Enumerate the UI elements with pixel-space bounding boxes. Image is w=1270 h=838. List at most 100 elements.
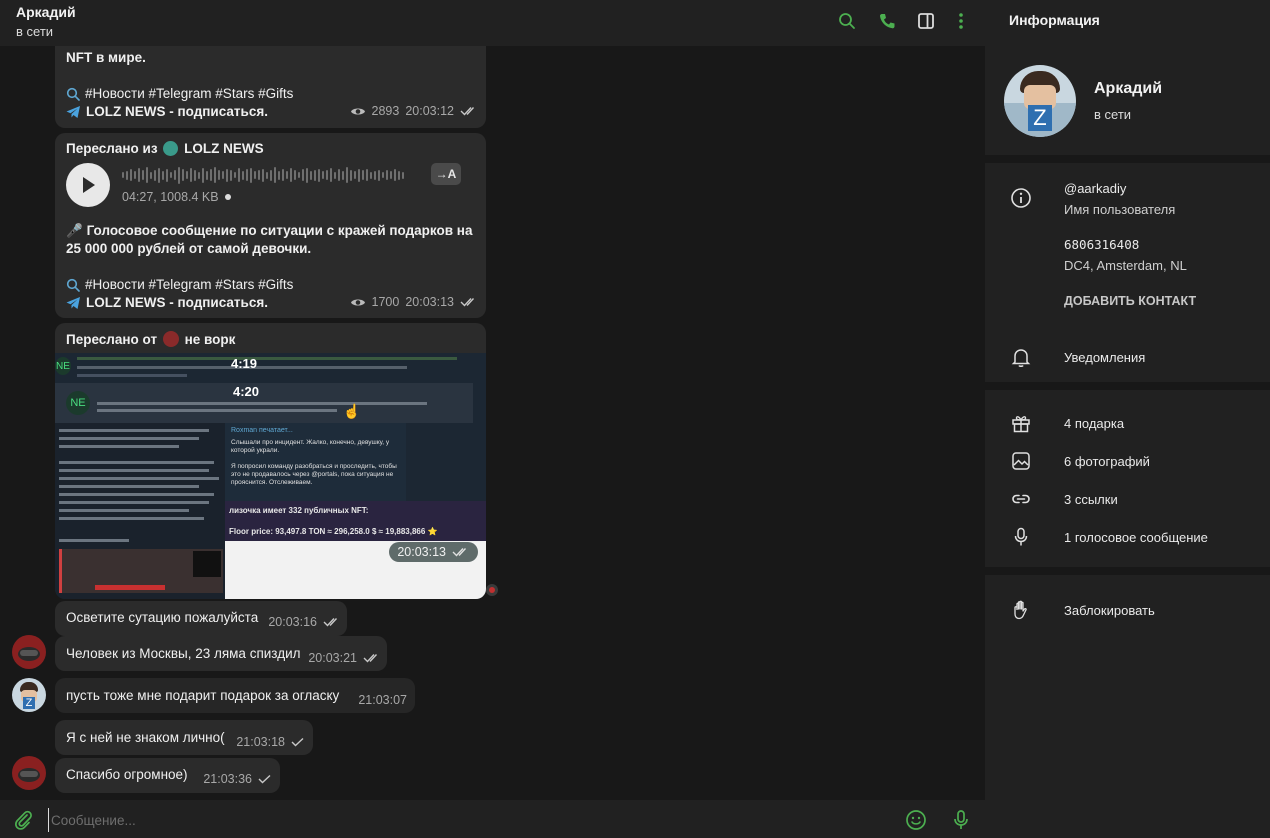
forward-prefix: Переслано из [66,141,158,156]
photo-icon [1009,449,1033,473]
voice-waveform[interactable] [122,166,418,184]
waveform-bar [334,171,336,179]
search-icon[interactable] [836,10,858,32]
double-check-icon [460,107,475,116]
message-1-link[interactable]: LOLZ NEWS - подписаться. [66,104,268,122]
message-text: Человек из Москвы, 23 ляма спиздил [66,646,301,661]
message-text: Спасибо огромное) [66,767,188,782]
user-avatar-icon [162,331,179,347]
message-4[interactable]: Осветите сутацию пожалуйста 20:03:16 [55,601,347,636]
waveform-bar [122,172,124,178]
block-user-button[interactable]: Заблокировать [1064,603,1155,618]
paperclip-icon[interactable] [12,809,34,831]
waveform-bar [370,171,372,179]
forward-source[interactable]: LOLZ NEWS [184,141,264,156]
microphone-icon [1009,525,1033,549]
message-7[interactable]: Я с ней не знаком лично( 21:03:18 [55,720,313,755]
double-check-icon [460,298,475,307]
waveform-bar [234,172,236,178]
message-2-meta: 1700 20:03:13 [350,295,478,309]
eye-icon [350,108,365,114]
divider [985,155,1270,163]
link-text[interactable]: LOLZ NEWS - подписаться. [86,295,268,310]
message-list[interactable]: NFT в мире. #Новости #Telegram #Stars #G… [0,46,985,800]
waveform-bar [174,170,176,180]
sender-avatar[interactable] [12,635,46,669]
forward-source[interactable]: не ворк [185,332,236,347]
transcribe-button[interactable]: →A [431,163,461,185]
sender-avatar[interactable] [12,756,46,790]
message-5-meta: 20:03:21 [308,651,381,665]
hashtags-text[interactable]: #Новости #Telegram #Stars #Gifts [85,277,293,292]
gifts-link[interactable]: 4 подарка [1064,416,1124,431]
message-1-meta: 2893 20:03:12 [350,104,478,118]
message-1-text: NFT в мире. [66,50,146,65]
notifications-toggle[interactable]: Уведомления [1064,350,1145,365]
link-icon [1009,487,1033,511]
message-2-voice[interactable]: Переслано из LOLZ NEWS →A 04:27, 1008.4 … [55,133,486,318]
waveform-bar [210,169,212,181]
forwarded-screenshot-image[interactable]: NE 4:19 NE 4:20 ☝ Roxman печатает... Слы… [55,353,486,599]
waveform-bar [238,168,240,182]
play-icon [83,177,95,193]
waveform-bar [322,171,324,179]
waveform-bar [310,170,312,180]
user-id-value[interactable]: 6806316408 [1064,237,1139,252]
forward-header[interactable]: Переслано от не ворк [66,331,235,347]
waveform-bar [294,170,296,180]
profile-status: в сети [1094,107,1132,122]
more-vertical-icon[interactable] [950,10,972,32]
profile-name: Аркадий [1094,80,1163,97]
chat-header[interactable]: Аркадий в сети [0,0,985,46]
double-check-icon [323,618,338,627]
message-2-link[interactable]: LOLZ NEWS - подписаться. [66,295,268,313]
message-6-meta: 21:03:07 [358,693,407,707]
contact-avatar[interactable]: Z [12,678,46,712]
username-value[interactable]: @aarkadiy [1064,181,1126,196]
chat-title[interactable]: Аркадий [16,4,76,20]
play-button[interactable] [66,163,110,207]
message-input[interactable] [48,808,888,832]
phone-icon[interactable] [876,10,898,32]
emoji-icon[interactable] [905,809,927,831]
forward-prefix: Переслано от [66,332,158,347]
microphone-icon[interactable] [950,809,972,831]
sidebar-toggle-icon[interactable] [915,10,937,32]
waveform-bar [274,167,276,183]
message-3-image[interactable]: Переслано от не ворк NE 4:19 NE 4:20 ☝ R… [55,323,486,599]
screenshot-time-2: 4:20 [233,384,260,399]
telegram-icon [66,105,80,118]
profile-avatar[interactable]: Z [1004,65,1076,137]
message-1[interactable]: NFT в мире. #Новости #Telegram #Stars #G… [55,46,486,128]
waveform-bar [222,171,224,179]
message-time: 21:03:07 [358,693,407,707]
message-6[interactable]: пусть тоже мне подарит подарок за огласк… [55,678,415,713]
waveform-bar [326,170,328,180]
waveform-bar [170,172,172,178]
double-check-icon [452,548,467,557]
ne-logo-icon: NE [66,391,90,415]
waveform-bar [178,166,180,184]
screenshot-card-body2: Я попросил команду разобраться и прослед… [231,463,397,486]
voice-meta: 04:27, 1008.4 KB [122,190,232,204]
forward-header[interactable]: Переслано из LOLZ NEWS [66,141,264,156]
reaction-avatar[interactable] [486,584,498,596]
message-1-hashtags[interactable]: #Новости #Telegram #Stars #Gifts [66,86,293,104]
waveform-bar [362,170,364,180]
waveform-bar [378,169,380,181]
waveform-bar [254,171,256,179]
link-text[interactable]: LOLZ NEWS - подписаться. [86,104,268,119]
photos-link[interactable]: 6 фотографий [1064,454,1150,469]
links-link[interactable]: 3 ссылки [1064,492,1118,507]
message-2-hashtags[interactable]: #Новости #Telegram #Stars #Gifts [66,277,293,295]
ne-logo-icon: NE [55,357,71,375]
message-5[interactable]: Человек из Москвы, 23 ляма спиздил 20:03… [55,636,387,671]
voice-messages-link[interactable]: 1 голосовое сообщение [1064,530,1208,545]
waveform-bar [282,169,284,181]
views-count: 2893 [371,104,400,118]
add-contact-button[interactable]: ДОБАВИТЬ КОНТАКТ [1064,294,1196,308]
waveform-bar [338,169,340,181]
double-check-icon [363,654,378,663]
message-8[interactable]: Спасибо огромное) 21:03:36 [55,758,280,793]
hashtags-text[interactable]: #Новости #Telegram #Stars #Gifts [85,86,293,101]
